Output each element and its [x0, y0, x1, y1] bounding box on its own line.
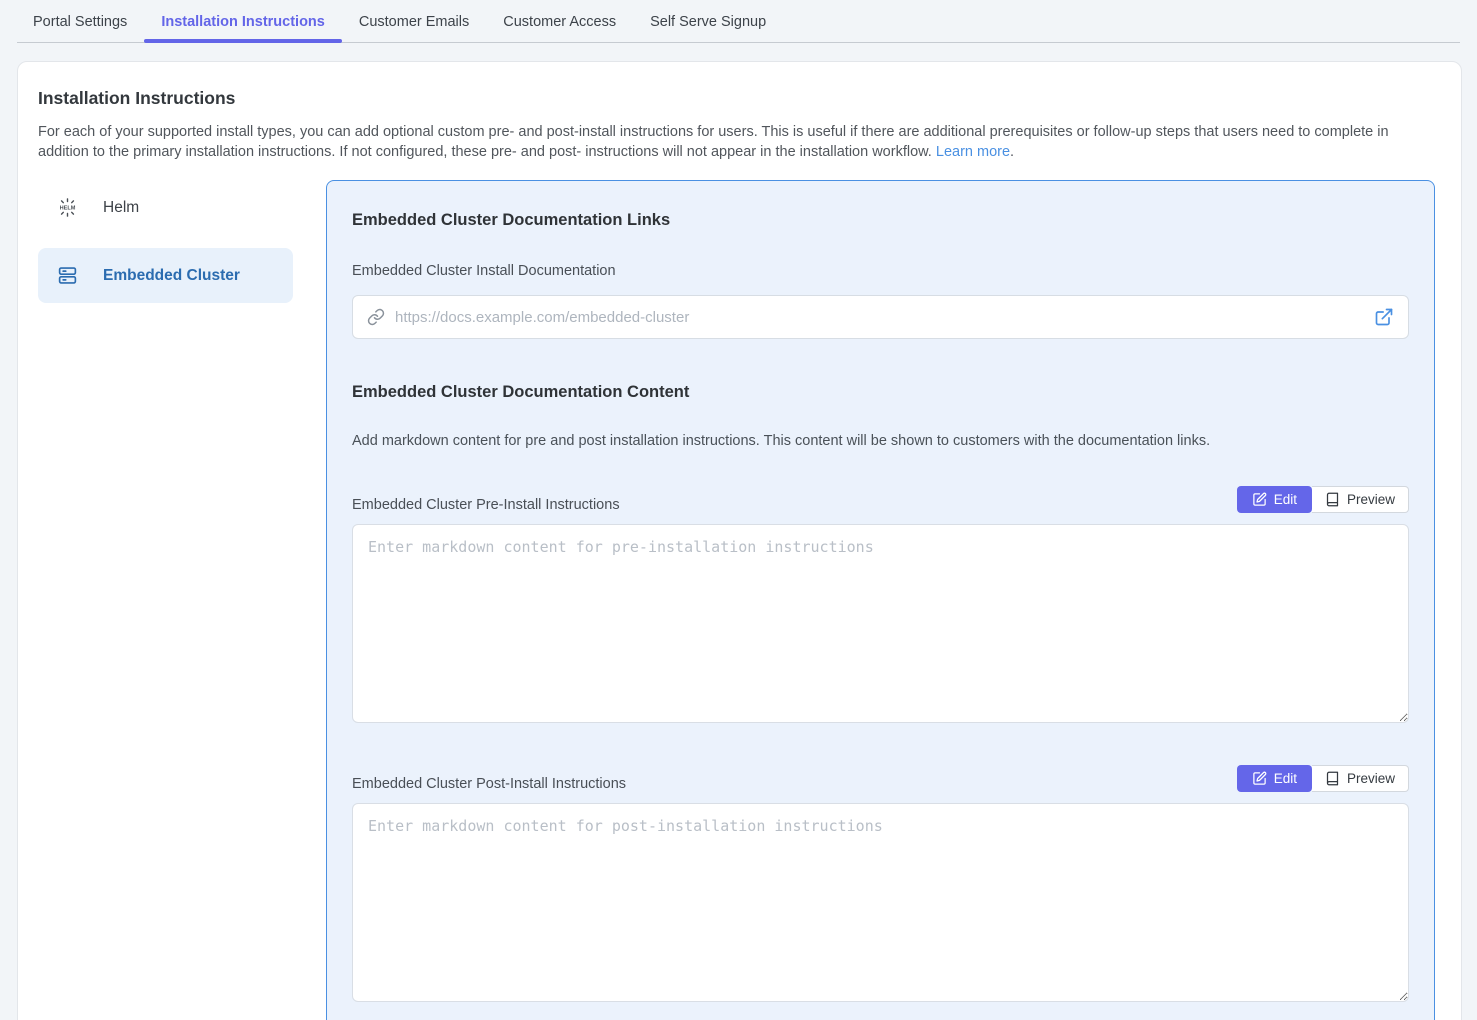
documentation-content-description: Add markdown content for pre and post in…: [352, 433, 1409, 449]
pre-install-mode-toggle: Edit Preview: [1237, 486, 1409, 513]
sidebar-item-helm[interactable]: HELM Helm: [38, 180, 293, 235]
external-link-icon[interactable]: [1374, 307, 1394, 327]
post-install-preview-label: Preview: [1347, 771, 1395, 786]
pre-install-header: Embedded Cluster Pre-Install Instruction…: [352, 486, 1409, 513]
tab-portal-settings[interactable]: Portal Settings: [16, 0, 144, 43]
svg-text:HELM: HELM: [60, 206, 76, 212]
sidebar-item-label: Helm: [103, 199, 139, 217]
install-doc-url-input[interactable]: [395, 309, 1374, 326]
post-install-edit-label: Edit: [1274, 771, 1297, 786]
page-description-text: For each of your supported install types…: [38, 124, 1389, 160]
content-row: HELM Helm Embedded Cluster: [38, 180, 1441, 1020]
pre-install-preview-button[interactable]: Preview: [1312, 486, 1409, 513]
pre-install-label: Embedded Cluster Pre-Install Instruction…: [352, 497, 620, 513]
learn-more-period: .: [1010, 144, 1014, 160]
learn-more-link[interactable]: Learn more: [936, 144, 1010, 160]
top-tab-bar: Portal Settings Installation Instruction…: [0, 0, 1477, 43]
pre-install-preview-label: Preview: [1347, 492, 1395, 507]
documentation-links-section: Embedded Cluster Documentation Links Emb…: [352, 211, 1409, 339]
documentation-content-title: Embedded Cluster Documentation Content: [352, 383, 1409, 402]
page-description: For each of your supported install types…: [38, 122, 1441, 162]
install-doc-url-field: [352, 295, 1409, 339]
tab-customer-emails[interactable]: Customer Emails: [342, 0, 486, 43]
edit-icon: [1252, 492, 1267, 507]
post-install-preview-button[interactable]: Preview: [1312, 765, 1409, 792]
post-install-edit-button[interactable]: Edit: [1237, 765, 1312, 792]
link-icon: [367, 308, 385, 326]
post-install-label: Embedded Cluster Post-Install Instructio…: [352, 776, 626, 792]
installation-instructions-card: Installation Instructions For each of yo…: [17, 61, 1462, 1020]
documentation-links-title: Embedded Cluster Documentation Links: [352, 211, 1409, 230]
install-doc-label: Embedded Cluster Install Documentation: [352, 263, 1409, 279]
post-install-textarea[interactable]: [352, 803, 1409, 1002]
book-icon: [1325, 771, 1340, 786]
pre-install-edit-button[interactable]: Edit: [1237, 486, 1312, 513]
tab-self-serve-signup[interactable]: Self Serve Signup: [633, 0, 783, 43]
book-icon: [1325, 492, 1340, 507]
tab-customer-access[interactable]: Customer Access: [486, 0, 633, 43]
post-install-mode-toggle: Edit Preview: [1237, 765, 1409, 792]
sidebar-item-embedded-cluster[interactable]: Embedded Cluster: [38, 248, 293, 303]
post-install-header: Embedded Cluster Post-Install Instructio…: [352, 765, 1409, 792]
page-title: Installation Instructions: [38, 88, 1441, 109]
post-install-block: Embedded Cluster Post-Install Instructio…: [352, 765, 1409, 1007]
helm-icon: HELM: [57, 197, 78, 218]
documentation-content-section: Embedded Cluster Documentation Content A…: [352, 383, 1409, 1007]
install-type-nav: HELM Helm Embedded Cluster: [38, 180, 293, 1020]
tab-installation-instructions[interactable]: Installation Instructions: [144, 0, 342, 43]
server-icon: [57, 265, 78, 286]
sidebar-item-label: Embedded Cluster: [103, 267, 240, 285]
pre-install-edit-label: Edit: [1274, 492, 1297, 507]
edit-icon: [1252, 771, 1267, 786]
pre-install-textarea[interactable]: [352, 524, 1409, 723]
embedded-cluster-panel: Embedded Cluster Documentation Links Emb…: [326, 180, 1435, 1020]
